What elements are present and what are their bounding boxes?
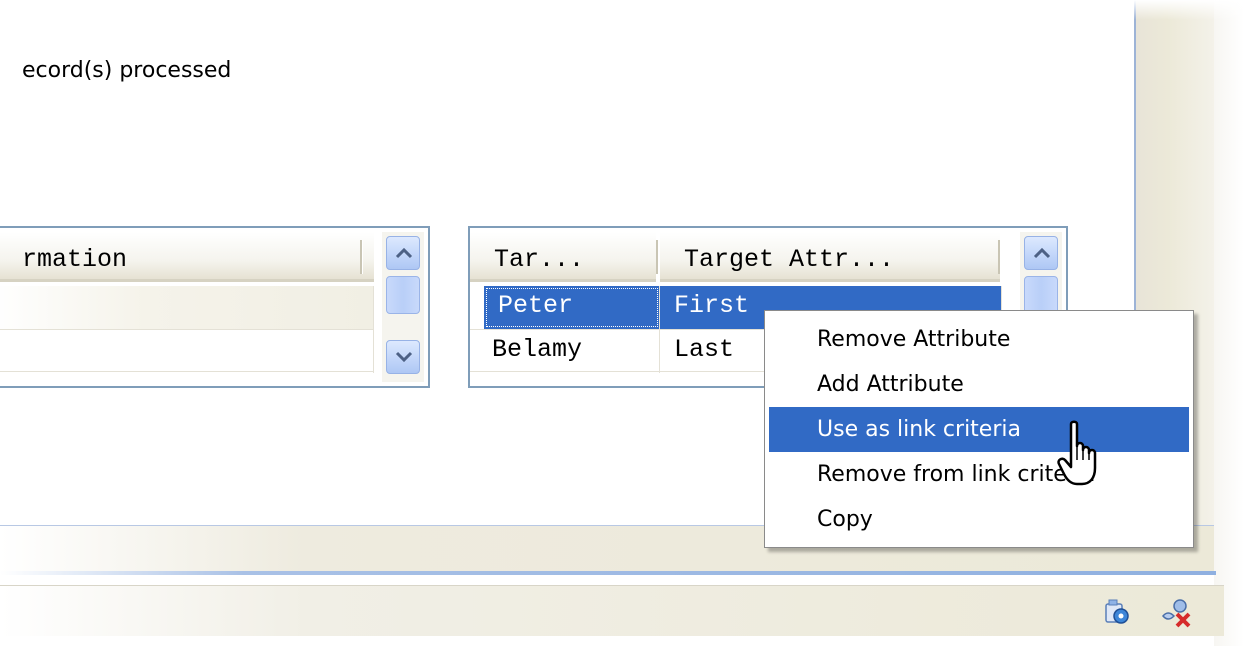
frame-shadow	[1214, 0, 1244, 646]
column-header-label: Tar...	[494, 245, 585, 274]
chevron-up-icon	[1033, 247, 1051, 259]
column-header-target-attribute[interactable]: Target Attr...	[660, 232, 1000, 282]
menu-item-copy[interactable]: Copy	[769, 497, 1189, 542]
plug-remove-icon	[1162, 599, 1191, 628]
menu-item-remove-from-link-criteria[interactable]: Remove from link criteria	[769, 452, 1189, 497]
table-cell[interactable]: Peter	[484, 286, 660, 329]
scroll-thumb[interactable]	[1024, 276, 1058, 314]
source-attributes-table[interactable]: rmation	[0, 226, 430, 388]
column-separator[interactable]	[998, 240, 1001, 274]
column-header-information[interactable]: rmation	[0, 232, 374, 282]
records-processed-label: ecord(s) processed	[22, 58, 232, 83]
column-separator[interactable]	[360, 240, 363, 274]
gear-icon	[1105, 599, 1129, 624]
scroll-up-button[interactable]	[386, 236, 420, 270]
application-window: ecord(s) processed rmation Tar... Target…	[0, 0, 1244, 646]
chevron-up-icon	[395, 247, 413, 259]
settings-icon[interactable]	[1104, 598, 1132, 628]
hand-cursor-icon	[1057, 420, 1097, 486]
column-header-target[interactable]: Tar...	[470, 232, 656, 282]
scroll-up-button[interactable]	[1024, 236, 1058, 270]
disconnect-icon[interactable]	[1160, 598, 1191, 628]
menu-item-remove-attribute[interactable]: Remove Attribute	[769, 317, 1189, 362]
table-row[interactable]	[0, 286, 374, 329]
vertical-scrollbar[interactable]	[382, 232, 424, 382]
menu-item-use-as-link-criteria[interactable]: Use as link criteria	[769, 407, 1189, 452]
scroll-thumb[interactable]	[386, 276, 420, 314]
panel-border	[0, 571, 1216, 575]
status-bar	[0, 585, 1224, 636]
scroll-down-button[interactable]	[386, 340, 420, 374]
table-cell[interactable]	[0, 286, 374, 329]
table-row[interactable]	[0, 329, 374, 373]
table-cell[interactable]: Belamy	[484, 330, 660, 373]
chevron-down-icon	[395, 351, 413, 363]
table-cell[interactable]	[0, 330, 374, 373]
column-separator[interactable]	[656, 240, 659, 274]
column-header-label: Target Attr...	[684, 245, 895, 274]
context-menu[interactable]: Remove Attribute Add Attribute Use as li…	[764, 310, 1194, 548]
column-header-label: rmation	[22, 245, 128, 274]
menu-item-add-attribute[interactable]: Add Attribute	[769, 362, 1189, 407]
